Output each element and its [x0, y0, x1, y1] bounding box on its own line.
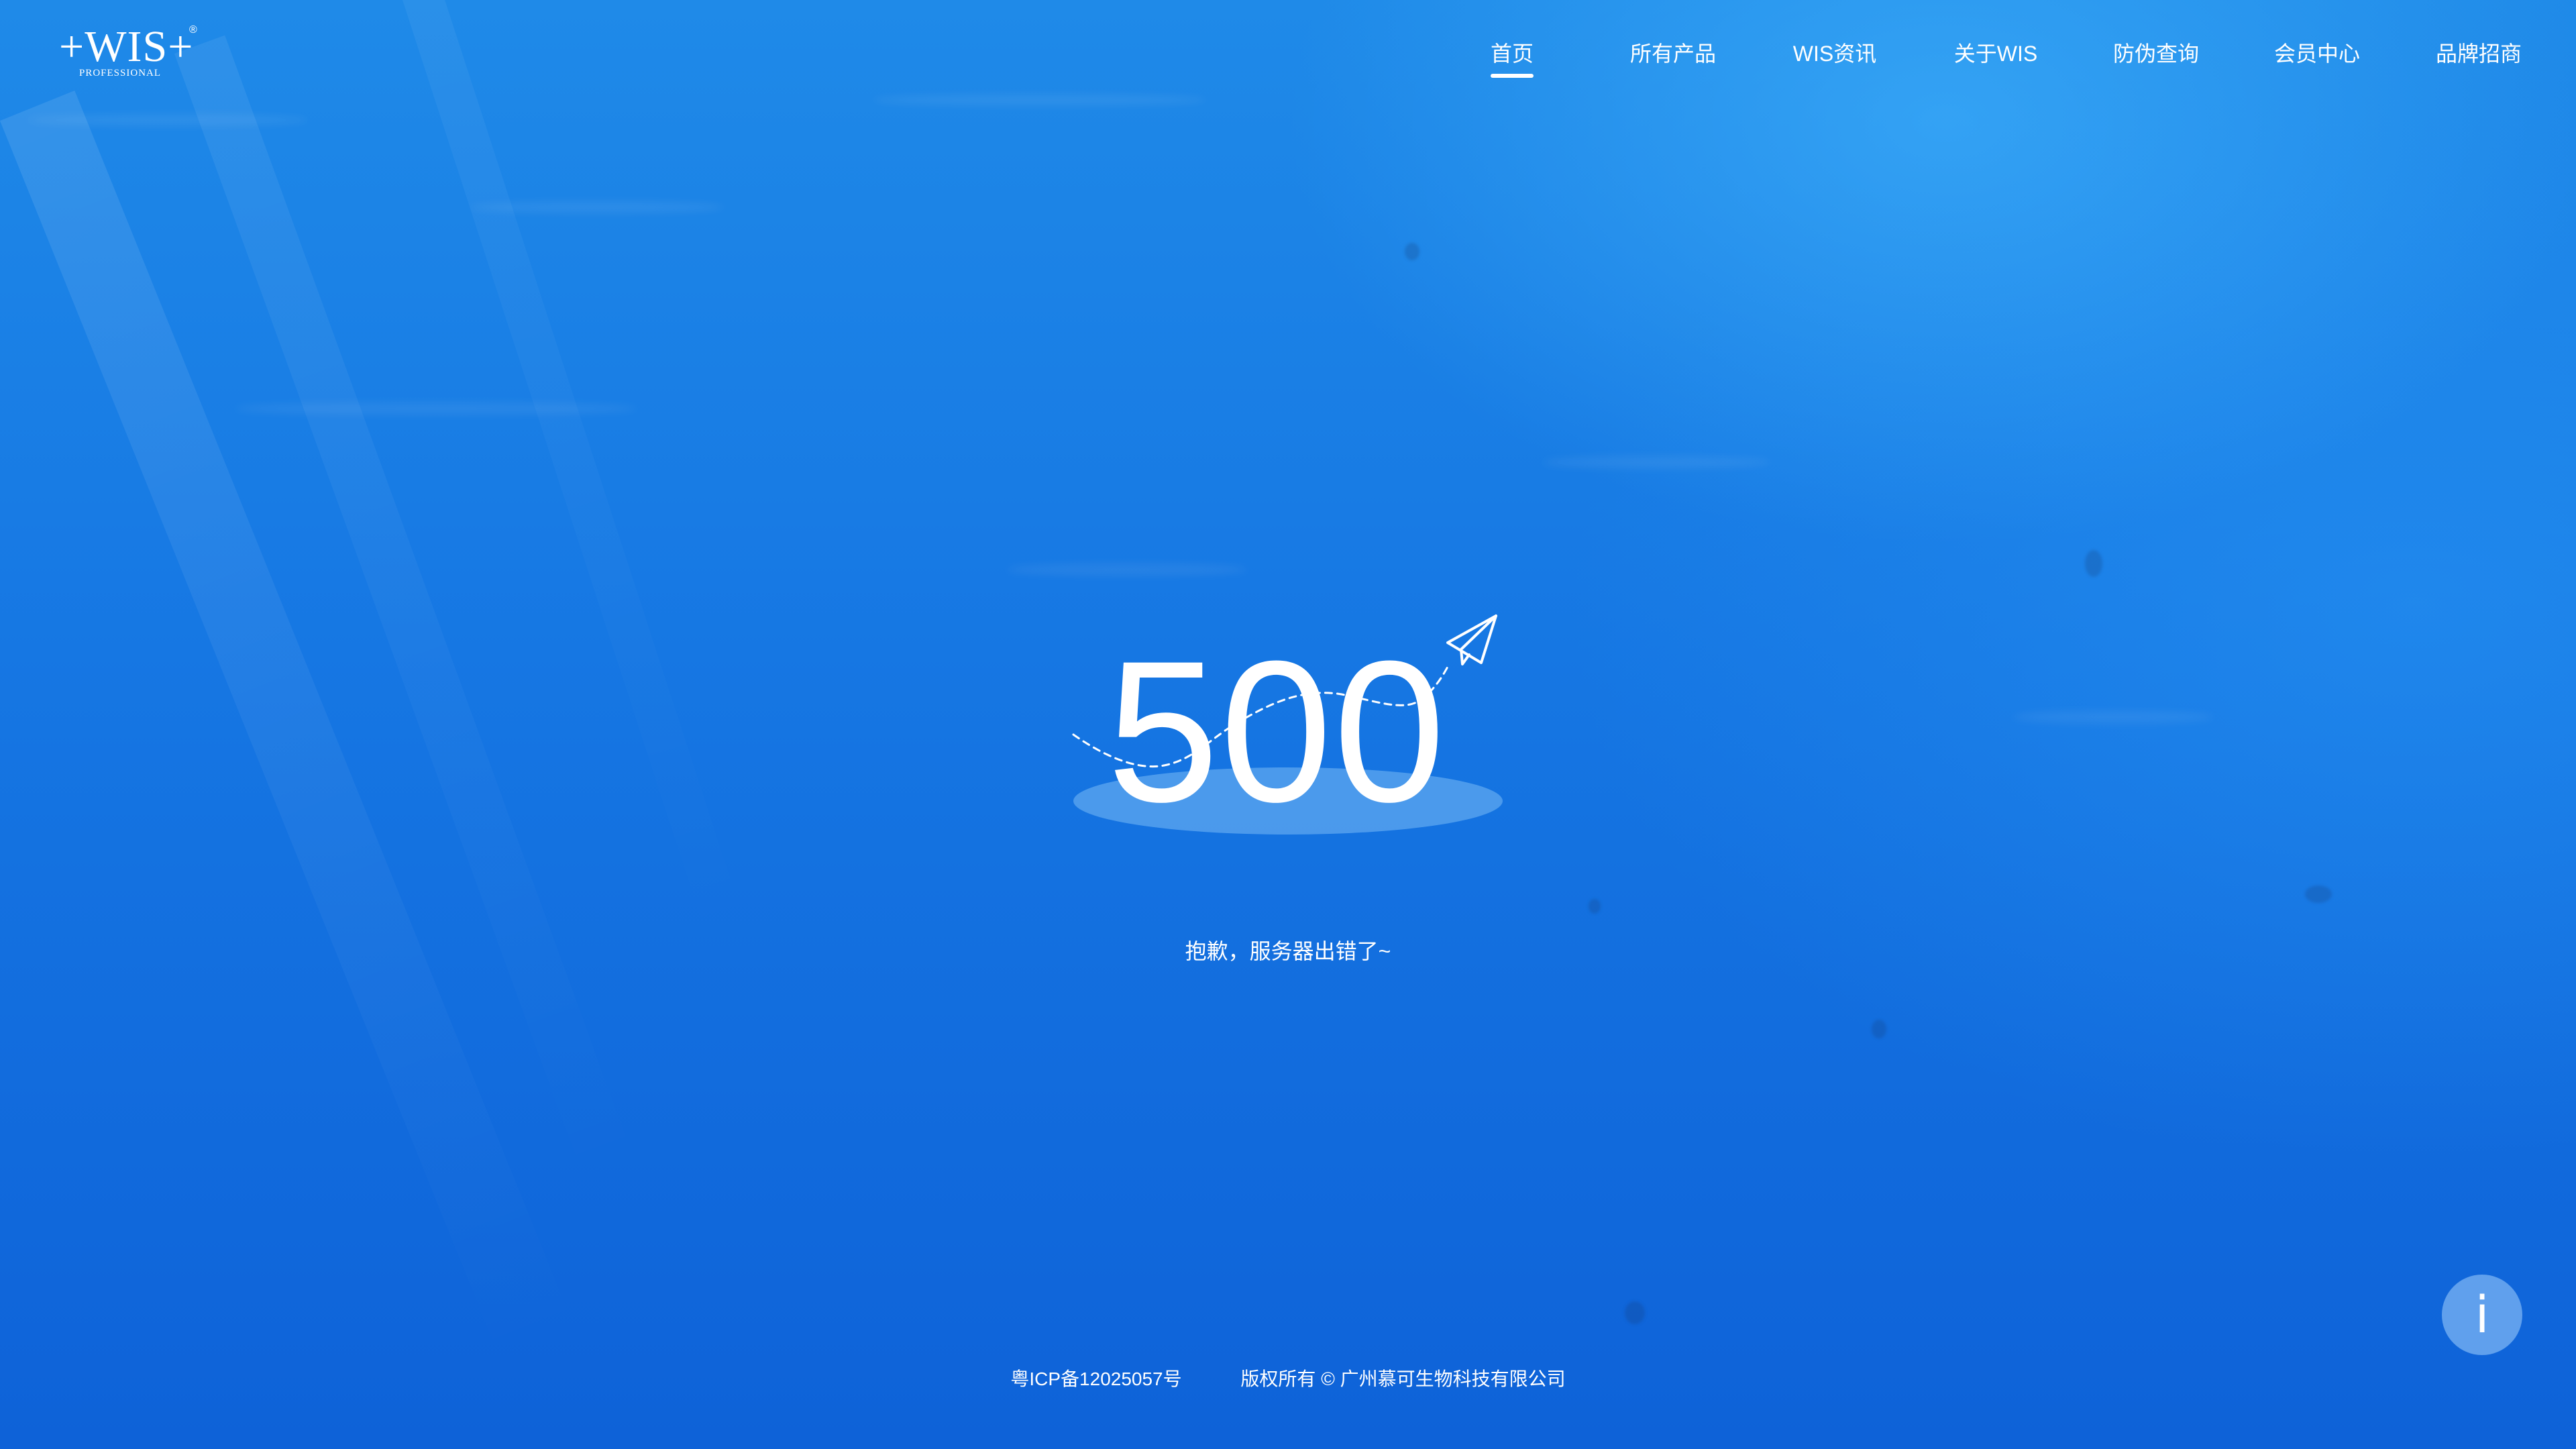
bubble — [2085, 550, 2102, 577]
copyright-text: 版权所有 © 广州慕可生物科技有限公司 — [1240, 1368, 1566, 1389]
bubble — [1405, 243, 1419, 260]
info-button[interactable]: i — [2442, 1275, 2522, 1355]
nav-item-brand-franchise[interactable]: 品牌招商 — [2436, 39, 2522, 68]
bubble — [1589, 899, 1601, 914]
water-streak — [872, 94, 1208, 106]
bubble — [1625, 1301, 1645, 1324]
bubble — [1872, 1020, 1886, 1038]
nav-item-wis-news[interactable]: WIS资讯 — [1793, 39, 1876, 68]
icp-record-link[interactable]: 粤ICP备12025057号 — [1010, 1366, 1181, 1393]
bubble — [2305, 885, 2332, 903]
water-streak — [27, 114, 309, 126]
footer: 粤ICP备12025057号 版权所有 © 广州慕可生物科技有限公司 — [0, 1366, 2576, 1393]
water-streak — [1006, 564, 1248, 576]
error-message: 抱歉，服务器出错了~ — [1185, 939, 1391, 963]
paper-plane-icon — [1446, 614, 1497, 665]
error-illustration: 500 — [1067, 604, 1509, 845]
registered-mark: ® — [189, 24, 197, 36]
nav-item-anti-counterfeit[interactable]: 防伪查询 — [2113, 39, 2199, 68]
nav-item-member-center[interactable]: 会员中心 — [2274, 39, 2360, 68]
nav-item-all-products[interactable]: 所有产品 — [1630, 39, 1716, 68]
main-nav: 首页 所有产品 WIS资讯 关于WIS 防伪查询 会员中心 品牌招商 — [0, 39, 2576, 79]
nav-item-about-wis[interactable]: 关于WIS — [1954, 39, 2037, 68]
water-streak — [235, 402, 637, 415]
nav-item-home[interactable]: 首页 — [1490, 39, 1534, 78]
paper-plane-trail — [1072, 614, 1497, 768]
water-streak — [470, 201, 724, 213]
info-icon: i — [2475, 1285, 2489, 1344]
water-streak — [1543, 456, 1771, 468]
error-page: +WIS+ ® PROFESSIONAL 首页 所有产品 WIS资讯 关于WIS… — [0, 0, 2576, 1449]
water-streak — [2012, 711, 2214, 723]
